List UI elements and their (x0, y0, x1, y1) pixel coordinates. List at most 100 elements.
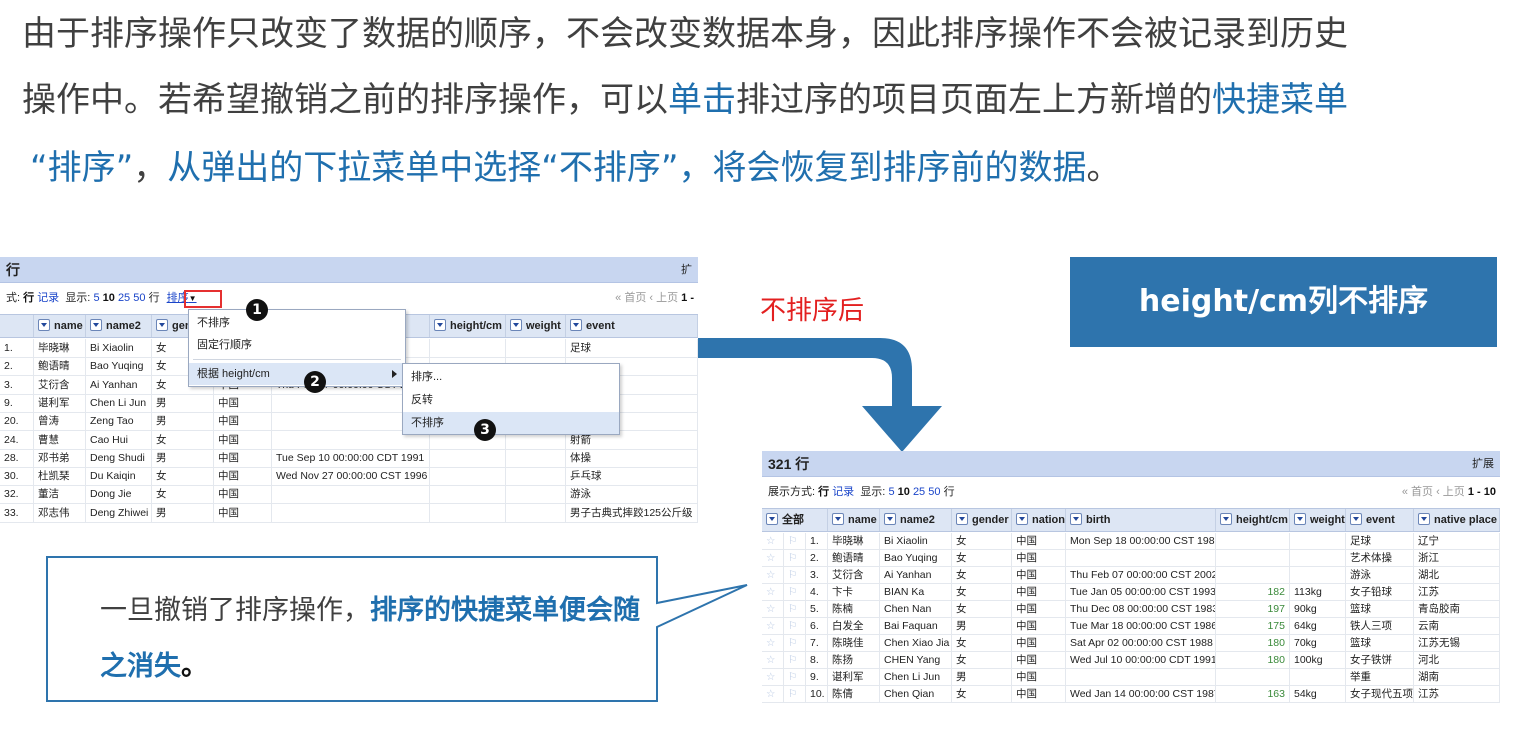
cell-native-place: 江苏 (1414, 584, 1500, 600)
right-col-birth[interactable]: birth (1066, 509, 1216, 531)
left-col-index (0, 315, 34, 337)
star-icon[interactable]: ☆ (762, 567, 784, 583)
left-col-name[interactable]: name (34, 315, 86, 337)
dropdown-icon[interactable] (510, 319, 522, 331)
star-icon[interactable]: ☆ (762, 584, 784, 600)
col-label: height/cm (1236, 514, 1288, 526)
flag-icon[interactable]: ⚐ (784, 567, 806, 583)
dropdown-icon[interactable] (766, 513, 778, 525)
view-mode-prefix: 式: (6, 292, 21, 304)
left-col-name2[interactable]: name2 (86, 315, 152, 337)
cell-weight (506, 339, 566, 357)
cell-nation: 中国 (1012, 584, 1066, 600)
right-col-name2[interactable]: name2 (880, 509, 952, 531)
menu-item-by-height[interactable]: 根据 height/cm (189, 363, 405, 385)
dropdown-icon[interactable] (1350, 513, 1362, 525)
dropdown-icon[interactable] (1418, 513, 1430, 525)
cell-name: 谌利军 (34, 393, 86, 412)
star-icon[interactable]: ☆ (762, 618, 784, 634)
pager-links[interactable]: « 首页 ‹ 上页 (1402, 486, 1465, 498)
dropdown-icon[interactable] (1220, 513, 1232, 525)
view-mode-rows[interactable]: 行 (818, 486, 829, 498)
right-title-right[interactable]: 扩展 (1472, 451, 1494, 477)
sort-menu-highlight (184, 290, 222, 308)
dropdown-icon[interactable] (884, 513, 896, 525)
star-icon[interactable]: ☆ (762, 635, 784, 651)
star-icon[interactable]: ☆ (762, 652, 784, 668)
intro-line-2c: 排过序的项目页面左上方新增的 (736, 80, 1212, 120)
right-col-nation[interactable]: nation (1012, 509, 1066, 531)
left-col-weight[interactable]: weight (506, 315, 566, 337)
view-mode-rows[interactable]: 行 (23, 292, 34, 304)
flag-icon[interactable]: ⚐ (784, 669, 806, 685)
flag-icon[interactable]: ⚐ (784, 584, 806, 600)
dropdown-icon[interactable] (38, 319, 50, 331)
left-col-height[interactable]: height/cm (430, 315, 506, 337)
cell-index: 10. (806, 686, 828, 702)
right-col-event[interactable]: event (1346, 509, 1414, 531)
left-title-right[interactable]: 扩 (681, 257, 692, 283)
dropdown-icon[interactable] (90, 319, 102, 331)
page-range: 1 - 10 (1467, 486, 1496, 498)
dropdown-icon[interactable] (956, 513, 968, 525)
flag-icon[interactable]: ⚐ (784, 533, 806, 549)
page-size-5[interactable]: 5 (888, 486, 894, 498)
dropdown-icon[interactable] (832, 513, 844, 525)
cell-height: 182 (1216, 584, 1290, 600)
flag-icon[interactable]: ⚐ (784, 618, 806, 634)
submenu-item-reverse[interactable]: 反转 (403, 389, 619, 411)
cell-weight: 100kg (1290, 652, 1346, 668)
dropdown-icon[interactable] (156, 319, 168, 331)
cell-event: 游泳 (1346, 567, 1414, 583)
dropdown-icon[interactable] (1016, 513, 1028, 525)
menu-item-fix-order[interactable]: 固定行顺序 (189, 334, 405, 356)
view-mode-records[interactable]: 记录 (832, 486, 854, 498)
right-col-gender[interactable]: gender (952, 509, 1012, 531)
intro-line-1: 由于排序操作只改变了数据的顺序，不会改变数据本身，因此排序操作不会被记录到历史 (22, 14, 1348, 54)
intro-line-2b: 单击 (668, 80, 736, 120)
submenu-item-no-sort[interactable]: 不排序 (403, 412, 619, 434)
right-col-name[interactable]: name (828, 509, 880, 531)
right-col-weight[interactable]: weight (1290, 509, 1346, 531)
cell-nation: 中国 (214, 393, 272, 412)
page-size-10[interactable]: 10 (103, 292, 115, 304)
page-size-5[interactable]: 5 (93, 292, 99, 304)
flag-icon[interactable]: ⚐ (784, 550, 806, 566)
page-size-25[interactable]: 25 (118, 292, 130, 304)
cell-name: 毕晓琳 (34, 339, 86, 357)
right-col-native-place[interactable]: native place (1414, 509, 1500, 531)
show-label: 显示: (860, 486, 886, 498)
cell-nation: 中国 (214, 503, 272, 522)
intro-line-3c: 从弹出的下拉菜单中选择“不排序”，将会恢复到排序前的数据 (167, 148, 1087, 188)
flag-icon[interactable]: ⚐ (784, 652, 806, 668)
dropdown-icon[interactable] (434, 319, 446, 331)
star-icon[interactable]: ☆ (762, 550, 784, 566)
dropdown-icon[interactable] (570, 319, 582, 331)
view-mode-records[interactable]: 记录 (37, 292, 59, 304)
right-col-height[interactable]: height/cm (1216, 509, 1290, 531)
page-size-50[interactable]: 50 (928, 486, 940, 498)
menu-item-no-sort[interactable]: 不排序 (189, 312, 405, 334)
right-col-all[interactable]: 全部 (762, 509, 828, 531)
dropdown-icon[interactable] (1294, 513, 1306, 525)
left-col-event[interactable]: event (566, 315, 698, 337)
submenu-item-sort[interactable]: 排序... (403, 366, 619, 388)
table-row: ☆ ⚐ 1. 毕晓琳 Bi Xiaolin 女中国 Mon Sep 18 00:00:00 … (762, 533, 1500, 550)
cell-event: 举重 (1346, 669, 1414, 685)
star-icon[interactable]: ☆ (762, 601, 784, 617)
cell-height: 175 (1216, 618, 1290, 634)
page-size-25[interactable]: 25 (913, 486, 925, 498)
star-icon[interactable]: ☆ (762, 533, 784, 549)
star-icon[interactable]: ☆ (762, 686, 784, 702)
pager-links[interactable]: « 首页 ‹ 上页 (615, 292, 678, 304)
page-size-10[interactable]: 10 (898, 486, 910, 498)
star-icon[interactable]: ☆ (762, 669, 784, 685)
flag-icon[interactable]: ⚐ (784, 601, 806, 617)
flag-icon[interactable]: ⚐ (784, 686, 806, 702)
dropdown-icon[interactable] (1070, 513, 1082, 525)
cell-native-place: 浙江 (1414, 550, 1500, 566)
flag-icon[interactable]: ⚐ (784, 635, 806, 651)
cell-gender: 男 (952, 669, 1012, 685)
cell-birth: Thu Dec 08 00:00:00 CST 1983 (1066, 601, 1216, 617)
page-size-50[interactable]: 50 (133, 292, 145, 304)
